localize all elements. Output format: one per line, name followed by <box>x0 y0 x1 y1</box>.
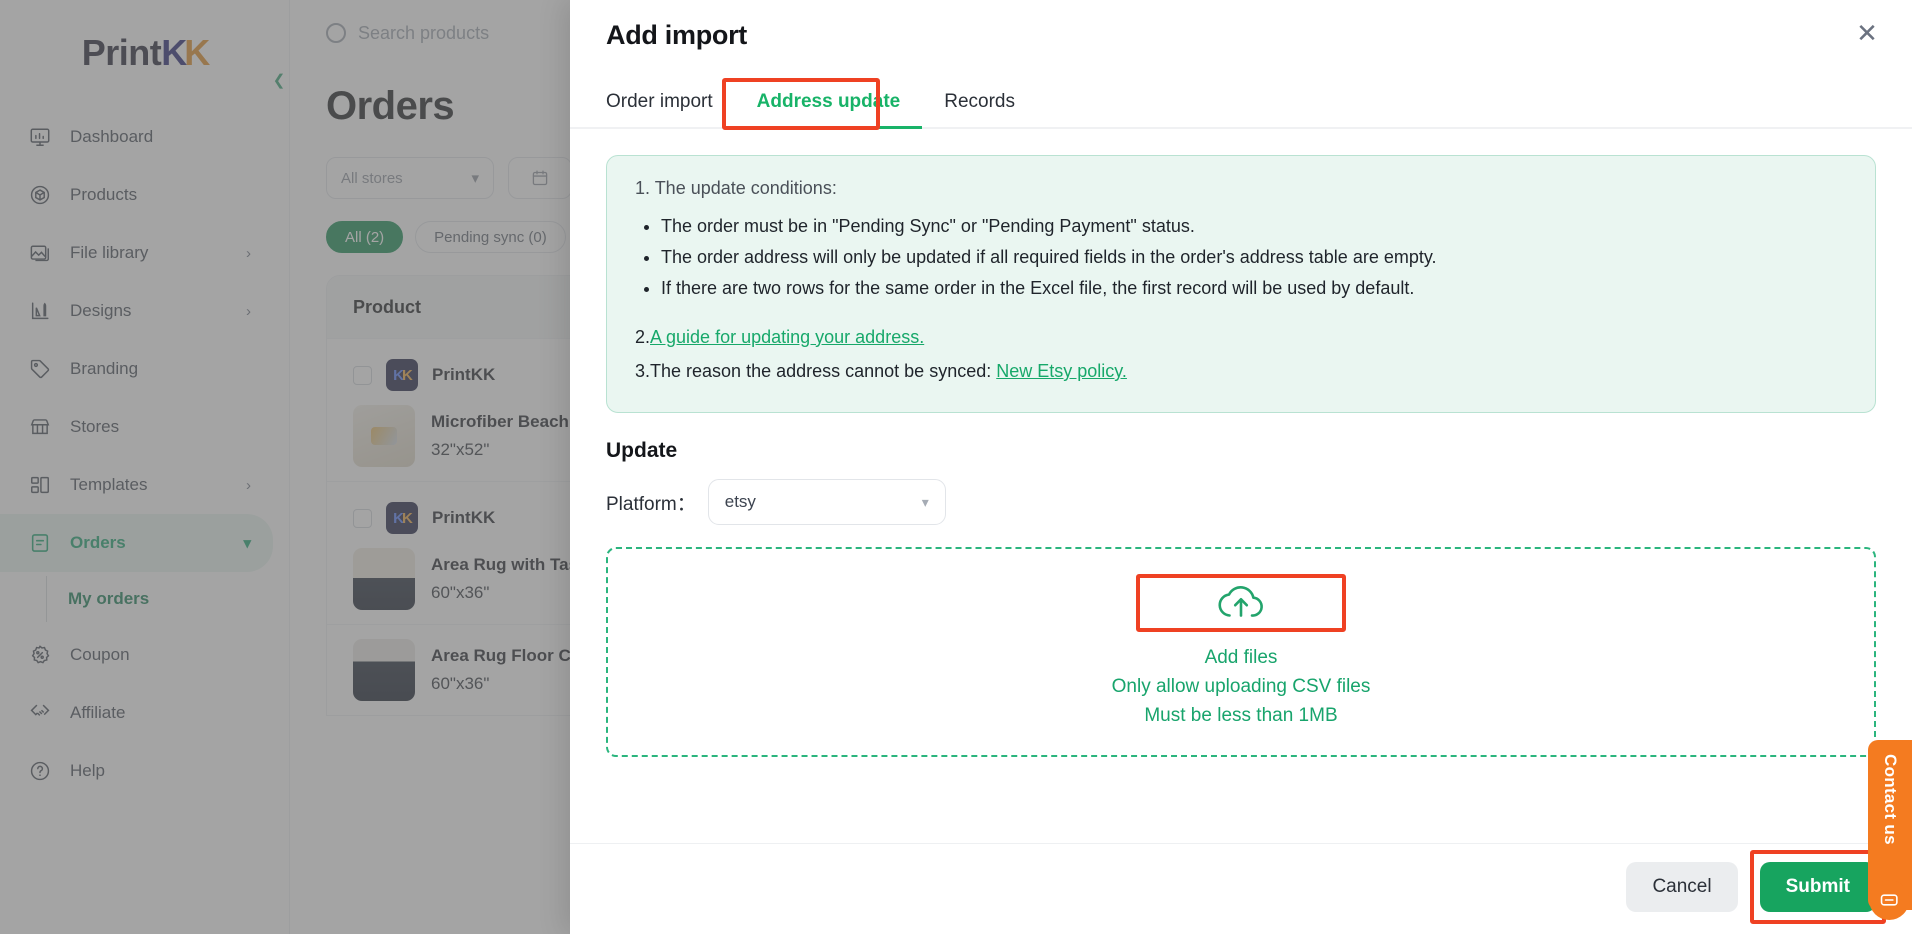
modal-header: Add import ✕ <box>570 0 1912 51</box>
contact-us-label: Contact us <box>1881 754 1900 845</box>
cancel-button[interactable]: Cancel <box>1626 862 1738 912</box>
screen-root: PrintKK ❮ Dashboard <box>0 0 1912 934</box>
tab-address-update[interactable]: Address update <box>734 81 923 129</box>
close-icon[interactable]: ✕ <box>1850 16 1884 50</box>
contact-us-tab[interactable]: Contact us <box>1868 740 1912 920</box>
dropzone-line-1: Add files <box>1204 646 1278 668</box>
platform-selected-value: etsy <box>724 492 756 512</box>
tab-label: Records <box>944 91 1015 112</box>
platform-select[interactable]: etsy ▾ <box>707 479 946 526</box>
chat-bubble-icon[interactable] <box>1869 880 1910 920</box>
tab-records[interactable]: Records <box>922 81 1037 127</box>
modal-footer: Cancel Submit <box>570 843 1912 934</box>
info-line-3: 3.The reason the address cannot be synce… <box>635 354 1847 388</box>
address-guide-link[interactable]: A guide for updating your address. <box>650 327 924 347</box>
submit-button-wrapper: Submit <box>1749 850 1886 924</box>
dropzone-text: Add files Only allow uploading CSV files… <box>1112 644 1371 731</box>
tab-label: Order import <box>606 91 713 112</box>
dropzone-line-3: Must be less than 1MB <box>1144 704 1338 726</box>
etsy-policy-link[interactable]: New Etsy policy. <box>996 361 1127 381</box>
tab-label: Address update <box>756 91 901 112</box>
file-dropzone[interactable]: Add files Only allow uploading CSV files… <box>606 547 1876 758</box>
platform-label: Platform： <box>606 493 696 515</box>
info-line-2-prefix: 2. <box>635 326 651 347</box>
dropzone-line-2: Only allow uploading CSV files <box>1111 675 1371 697</box>
info-bullet: The order address will only be updated i… <box>661 242 1847 273</box>
update-section-title: Update <box>606 439 678 463</box>
chevron-down-icon: ▾ <box>921 493 929 510</box>
cloud-upload-icon <box>1218 585 1263 617</box>
modal-tabs: Order import Address update Records <box>570 78 1912 130</box>
submit-button-label: Submit <box>1785 876 1850 897</box>
modal-body: 1. The update conditions: The order must… <box>570 129 1912 843</box>
modal-title: Add import <box>606 20 747 50</box>
tab-order-import[interactable]: Order import <box>606 81 735 127</box>
info-bullet-list: The order must be in "Pending Sync" or "… <box>661 211 1847 304</box>
add-import-modal: Add import ✕ Order import Address update… <box>570 0 1912 934</box>
info-bullet: If there are two rows for the same order… <box>661 273 1847 304</box>
info-heading: 1. The update conditions: <box>635 178 837 198</box>
info-line-3-prefix: 3.The reason the address cannot be synce… <box>635 361 997 382</box>
info-line-2: 2.A guide for updating your address. <box>635 320 1847 354</box>
update-conditions-infobox: 1. The update conditions: The order must… <box>606 155 1876 414</box>
submit-button[interactable]: Submit <box>1759 862 1876 912</box>
cancel-button-label: Cancel <box>1652 876 1712 897</box>
info-bullet: The order must be in "Pending Sync" or "… <box>661 211 1847 242</box>
upload-icon-area[interactable] <box>1136 573 1346 632</box>
platform-row: Platform： etsy ▾ <box>606 479 1876 526</box>
